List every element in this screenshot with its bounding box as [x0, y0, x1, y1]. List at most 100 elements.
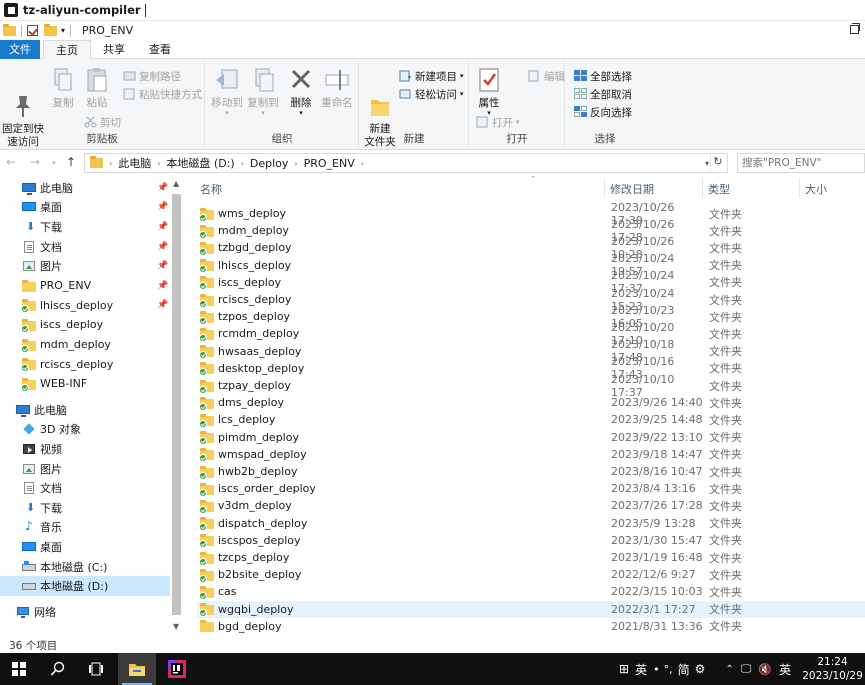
nav-item-documents[interactable]: 文档	[0, 478, 170, 498]
table-row[interactable]: hwsaas_deploy 2023/10/18 17:48 文件夹	[197, 338, 865, 364]
tab-share[interactable]: 共享	[91, 40, 137, 59]
network-status-icon[interactable]: 🖵	[741, 662, 752, 676]
table-row[interactable]: cas 2022/3/15 10:03 文件夹	[197, 583, 865, 600]
breadcrumb-pro-env[interactable]: PRO_ENV	[304, 157, 355, 170]
new-item-button[interactable]: 新建项目 ▾	[399, 68, 464, 84]
column-divider[interactable]	[702, 178, 703, 198]
ime-mode-indicator[interactable]: 英	[635, 661, 647, 678]
table-row[interactable]: pimdm_deploy 2023/9/22 13:10 文件夹	[197, 429, 865, 446]
taskbar-clock[interactable]: 21:24 2023/10/29	[800, 655, 865, 683]
breadcrumb[interactable]: › 此电脑 › 本地磁盘 (D:) › Deploy › PRO_ENV › ▾…	[84, 153, 728, 173]
table-row[interactable]: wms_deploy 2023/10/26 17:39 文件夹	[197, 201, 865, 227]
keyboard-grid-icon[interactable]: ⊞	[619, 662, 629, 676]
edit-button[interactable]: 编辑	[528, 68, 565, 84]
copy-to-button[interactable]: 复制到 ▾	[246, 66, 280, 117]
nav-item-network[interactable]: 网络	[0, 602, 170, 622]
table-row[interactable]: lcs_deploy 2023/9/25 14:48 文件夹	[197, 411, 865, 428]
nav-item-music[interactable]: ♪ 音乐	[0, 518, 170, 538]
nav-scrollbar-thumb[interactable]	[172, 194, 181, 615]
search-box[interactable]	[737, 153, 865, 173]
recent-locations-dropdown-icon[interactable]: ▾	[52, 159, 56, 167]
chevron-right-icon[interactable]: ›	[241, 159, 244, 168]
table-row[interactable]: iscs_order_deploy 2023/8/4 13:16 文件夹	[197, 480, 865, 497]
search-taskbar-button[interactable]	[40, 653, 76, 685]
table-row[interactable]: bgd_deploy 2021/8/31 13:36 文件夹	[197, 618, 865, 635]
nav-item-3d-objects[interactable]: 3D 对象	[0, 420, 170, 440]
nav-item-mdm-deploy[interactable]: mdm_deploy	[0, 335, 170, 355]
column-divider[interactable]	[799, 178, 800, 198]
search-input[interactable]	[742, 157, 852, 169]
nav-scrollbar[interactable]: ▲ ▼	[170, 176, 183, 636]
nav-item-web-inf[interactable]: WEB-INF	[0, 374, 170, 394]
pin-icon[interactable]: 📌	[157, 222, 168, 232]
select-none-button[interactable]: 全部取消	[574, 86, 632, 102]
nav-item-drive-d[interactable]: 本地磁盘 (D:)	[0, 576, 170, 596]
nav-item-lhiscs-deploy[interactable]: lhiscs_deploy 📌	[0, 296, 170, 316]
up-arrow-icon[interactable]: ↑	[66, 155, 76, 169]
pin-icon[interactable]: 📌	[157, 261, 168, 271]
table-row[interactable]: lhiscs_deploy 2023/10/24 19:57 文件夹	[197, 252, 865, 278]
back-arrow-icon[interactable]: ←	[6, 155, 16, 169]
table-row[interactable]: rciscs_deploy 2023/10/24 15:23 文件夹	[197, 287, 865, 313]
breadcrumb-deploy[interactable]: Deploy	[250, 157, 289, 170]
volume-muted-icon[interactable]: 🔇	[758, 663, 772, 676]
tab-file[interactable]: 文件	[0, 40, 40, 59]
task-view-button[interactable]	[78, 653, 114, 685]
table-row[interactable]: dms_deploy 2023/9/26 14:40 文件夹	[197, 394, 865, 411]
chevron-right-icon[interactable]: ›	[361, 159, 364, 168]
nav-item-documents-quick[interactable]: 文档 📌	[0, 237, 170, 257]
intellij-taskbar-button[interactable]	[158, 653, 196, 685]
address-history-dropdown-icon[interactable]: ▾	[705, 159, 709, 168]
invert-selection-button[interactable]: 反向选择	[574, 104, 632, 120]
pin-icon[interactable]: 📌	[157, 300, 168, 310]
nav-item-iscs-deploy[interactable]: iscs_deploy	[0, 315, 170, 335]
column-header-type[interactable]: 类型	[708, 181, 730, 197]
nav-item-this-pc-quick[interactable]: 此电脑 📌	[0, 178, 170, 198]
table-row[interactable]: mdm_deploy 2023/10/26 17:28 文件夹	[197, 218, 865, 244]
table-row[interactable]: tzpay_deploy 2023/10/10 17:37 文件夹	[197, 373, 865, 399]
scroll-up-icon[interactable]: ▲	[173, 179, 179, 188]
simplified-chinese-indicator[interactable]: 简	[678, 661, 690, 678]
table-row[interactable]: rcmdm_deploy 2023/10/20 17:10 文件夹	[197, 321, 865, 347]
tab-home[interactable]: 主页	[43, 40, 91, 59]
column-header-name[interactable]: 名称	[200, 181, 222, 197]
customize-qa-dropdown-icon[interactable]: ▾	[61, 26, 65, 35]
show-hidden-icons-chevron-up-icon[interactable]: ⌃	[725, 664, 733, 675]
properties-qa-icon[interactable]	[27, 25, 38, 36]
restore-window-icon[interactable]	[850, 23, 860, 34]
move-to-button[interactable]: 移动到 ▾	[210, 66, 244, 117]
nav-item-videos[interactable]: 视频	[0, 439, 170, 459]
new-folder-qa-icon[interactable]	[44, 23, 57, 36]
nav-item-this-pc[interactable]: 此电脑	[0, 400, 170, 420]
cut-button[interactable]: 剪切	[84, 114, 121, 130]
properties-button[interactable]: 属性 ▾	[474, 66, 504, 117]
open-button[interactable]: 打开 ▾	[476, 114, 520, 130]
delete-button[interactable]: 删除 ▾	[286, 66, 316, 117]
ime-settings-gear-icon[interactable]: ⚙	[695, 662, 706, 676]
easy-access-button[interactable]: 轻松访问 ▾	[399, 86, 464, 102]
punctuation-mode-icon[interactable]: •	[653, 663, 660, 676]
nav-item-pictures[interactable]: 图片	[0, 459, 170, 479]
file-explorer-taskbar-button[interactable]	[118, 653, 156, 685]
nav-item-downloads-quick[interactable]: ⬇ 下载 📌	[0, 217, 170, 237]
nav-item-downloads[interactable]: ⬇ 下载	[0, 498, 170, 518]
chevron-right-icon[interactable]: ›	[109, 159, 112, 168]
table-row[interactable]: dispatch_deploy 2023/5/9 13:28 文件夹	[197, 515, 865, 532]
column-divider[interactable]	[604, 178, 605, 198]
breadcrumb-drive-d[interactable]: 本地磁盘 (D:)	[166, 155, 234, 171]
chevron-right-icon[interactable]: ›	[157, 159, 160, 168]
copy-path-button[interactable]: 复制路径	[123, 68, 181, 84]
select-all-button[interactable]: 全部选择	[574, 68, 632, 84]
paste-shortcut-button[interactable]: 粘贴快捷方式	[123, 86, 202, 102]
start-button[interactable]	[0, 653, 38, 685]
pin-icon[interactable]: 📌	[157, 183, 168, 193]
paste-button[interactable]: 粘贴	[82, 66, 112, 110]
scroll-down-icon[interactable]: ▼	[173, 622, 179, 631]
column-header-date[interactable]: 修改日期	[610, 181, 654, 197]
breadcrumb-this-pc[interactable]: 此电脑	[118, 155, 151, 171]
column-header-size[interactable]: 大小	[805, 181, 827, 197]
table-row[interactable]: tzbgd_deploy 2023/10/26 10:28 文件夹	[197, 235, 865, 261]
table-row[interactable]: v3dm_deploy 2023/7/26 17:28 文件夹	[197, 497, 865, 514]
table-row[interactable]: b2bsite_deploy 2022/12/6 9:27 文件夹	[197, 566, 865, 583]
table-row[interactable]: iscspos_deploy 2023/1/30 15:47 文件夹	[197, 532, 865, 549]
